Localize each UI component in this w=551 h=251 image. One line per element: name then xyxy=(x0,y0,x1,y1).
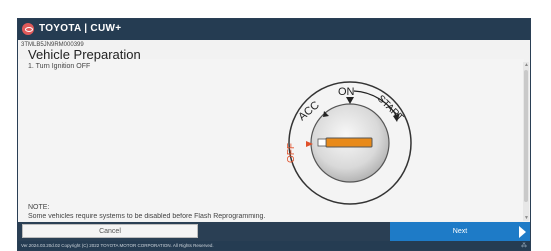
next-button-label: Next xyxy=(452,228,468,235)
copyright-text: Ver.2024.03.20d.02 Copyright (C) 2022 TO… xyxy=(21,243,214,248)
cancel-button[interactable]: Cancel xyxy=(22,224,198,238)
page-title: Vehicle Preparation xyxy=(28,47,141,62)
app-header: TOYOTA | CUW+ xyxy=(18,19,530,40)
cancel-button-label: Cancel xyxy=(99,227,121,235)
toyota-logo-icon xyxy=(22,23,34,35)
network-icon: ⁂ xyxy=(521,243,527,249)
content-area xyxy=(18,59,524,221)
scroll-up-icon[interactable]: ▲ xyxy=(524,62,529,68)
ignition-switch-diagram: ACC ON START OFF xyxy=(286,81,412,205)
footer-bar: Ver.2024.03.20d.02 Copyright (C) 2022 TO… xyxy=(18,241,530,250)
note-text: Some vehicles require systems to be disa… xyxy=(28,213,266,220)
next-button[interactable]: Next xyxy=(390,222,530,241)
triangle-right-icon xyxy=(519,226,526,238)
scroll-thumb[interactable] xyxy=(524,70,528,202)
scrollbar[interactable]: ▲ ▼ xyxy=(523,62,529,221)
scroll-down-icon[interactable]: ▼ xyxy=(524,215,529,221)
key-slot-end xyxy=(317,138,327,147)
app-window: TOYOTA | CUW+ 3TMLB5JN9RM000399 Vehicle … xyxy=(17,18,531,251)
note-label: NOTE: xyxy=(28,204,50,211)
button-bar: Cancel Next xyxy=(18,222,530,241)
label-on: ON xyxy=(338,86,355,98)
label-off: OFF xyxy=(286,143,297,163)
app-brand: TOYOTA | CUW+ xyxy=(39,23,122,34)
label-acc: ACC xyxy=(296,99,322,123)
step-instruction: 1. Turn Ignition OFF xyxy=(28,63,91,70)
on-marker-icon xyxy=(346,97,354,104)
key-slot xyxy=(325,137,373,148)
